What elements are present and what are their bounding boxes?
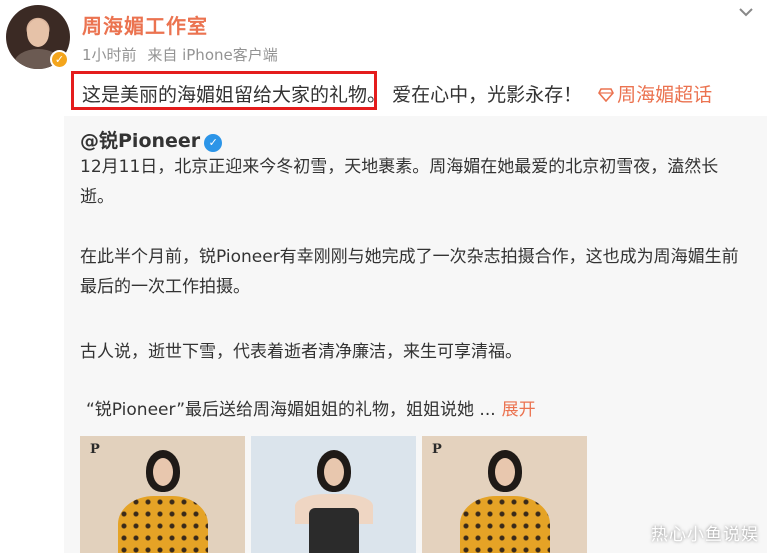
magazine-logo: P [432,442,442,457]
photo-thumbnail[interactable]: P [80,436,245,553]
photo-dress [309,508,359,553]
magazine-logo: P [90,442,100,457]
repost-paragraph: 古人说，逝世下雪，代表着逝者清净廉洁，来生可享清福。 [80,342,522,362]
post-source: 来自 iPhone客户端 [147,46,278,64]
watermark: 热心小鱼说娱 [651,525,759,545]
chevron-down-icon[interactable] [736,2,756,22]
post-meta: 1小时前 来自 iPhone客户端 [82,44,284,65]
repost-author-name: @锐Pioneer [80,130,201,152]
verified-badge-icon: ✓ [50,50,69,69]
diamond-icon [598,88,615,102]
photo-face [324,458,344,486]
repost-author[interactable]: @锐Pioneer ✓ [80,126,223,153]
expand-link[interactable]: 展开 [502,400,536,420]
repost-paragraph-truncated: “锐Pioneer”最后送给周海媚姐姐的礼物，姐姐说她 ... 展开 [86,395,756,425]
supertopic-link[interactable]: 周海媚超话 [598,84,712,106]
repost-paragraph: 在此半个月前，锐Pioneer有幸刚刚与她完成了一次杂志拍摄合作，这也成为周海媚… [80,247,739,297]
post-time[interactable]: 1小时前 [82,46,137,64]
highlight-box [71,71,377,110]
post-text-rest: 爱在心中，光影永存！ [392,84,583,106]
photo-thumbnail[interactable]: P [422,436,587,553]
avatar-face [27,19,49,47]
weibo-post: ✓ 周海媚工作室 1小时前 来自 iPhone客户端 这是美丽的海媚姐留给大家的… [0,0,767,553]
photo-face [495,458,515,486]
photo-dress [460,496,550,553]
repost-paragraph-text: “锐Pioneer”最后送给周海媚姐姐的礼物，姐姐说她 ... [86,400,496,420]
username[interactable]: 周海媚工作室 [82,10,208,39]
supertopic-label: 周海媚超话 [617,84,713,106]
photo-dress [118,496,208,553]
photo-face [153,458,173,486]
repost-card[interactable]: @锐Pioneer ✓ 12月11日，北京正迎来今冬初雪，天地裹素。周海媚在她最爱… [64,116,767,553]
repost-paragraph: 12月11日，北京正迎来今冬初雪，天地裹素。周海媚在她最爱的北京初雪夜，溘然长逝… [80,157,719,207]
photo-thumbnail[interactable] [251,436,416,553]
verified-badge-icon: ✓ [204,134,223,152]
